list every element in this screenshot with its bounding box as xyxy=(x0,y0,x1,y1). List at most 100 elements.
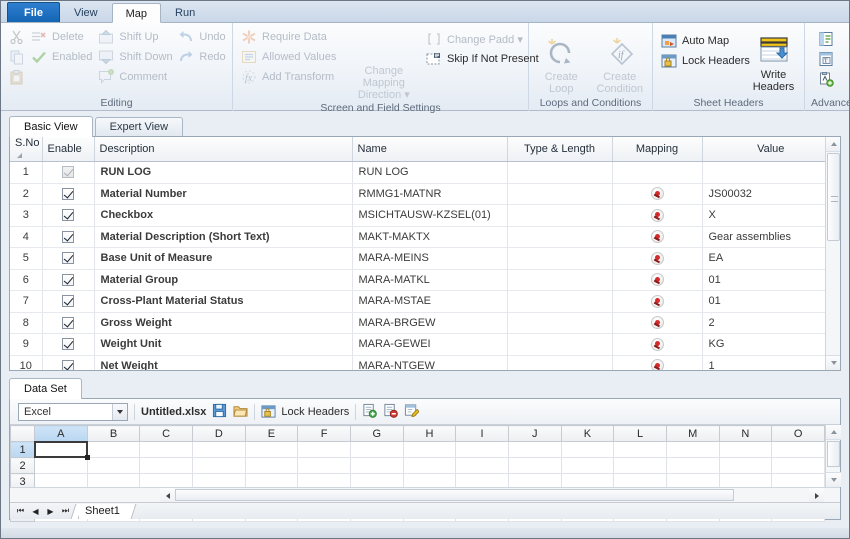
cell-g1[interactable] xyxy=(349,441,404,458)
cell-mapping[interactable] xyxy=(612,183,703,205)
allowed-values-button[interactable]: Allowed Values xyxy=(239,47,344,67)
column-header-type-length[interactable]: Type & Length xyxy=(507,137,613,162)
cell-mapping[interactable] xyxy=(612,312,703,334)
cell-value[interactable] xyxy=(702,161,840,184)
column-header-description[interactable]: Description xyxy=(94,137,353,162)
mapping-pin-icon[interactable] xyxy=(650,251,664,265)
scroll-down-button[interactable] xyxy=(826,355,840,370)
cell-mapping[interactable] xyxy=(612,290,703,313)
table-row[interactable]: 2 Material Number RMMG1-MATNR JS00032 xyxy=(10,183,840,205)
scrollbar-thumb[interactable] xyxy=(827,153,840,241)
cell-value[interactable]: 2 xyxy=(702,312,840,334)
delete-button[interactable]: Delete xyxy=(29,27,96,47)
enable-checkbox[interactable] xyxy=(62,252,74,265)
delete-row-button[interactable] xyxy=(383,403,399,421)
cell-mapping[interactable] xyxy=(612,204,703,227)
last-sheet-button[interactable]: ⏭ xyxy=(59,505,72,518)
copy-button[interactable] xyxy=(7,47,29,67)
require-data-button[interactable]: Require Data xyxy=(239,27,344,47)
tab-data-set[interactable]: Data Set xyxy=(9,378,82,399)
cell-l1[interactable] xyxy=(613,441,667,458)
column-header-enable[interactable]: Enable xyxy=(42,137,95,162)
cell-mapping[interactable] xyxy=(612,247,703,270)
cell-mapping[interactable] xyxy=(612,226,703,248)
cell-n2[interactable] xyxy=(718,457,773,474)
comment-button[interactable]: Comment xyxy=(96,67,176,87)
column-header-c[interactable]: C xyxy=(139,425,193,442)
row-header-2[interactable]: 2 xyxy=(10,457,35,474)
hscroll-track[interactable] xyxy=(175,488,809,502)
previous-sheet-button[interactable]: ◀ xyxy=(29,505,42,518)
change-mapping-direction-button[interactable]: Change Mapping Direction ▾ xyxy=(344,27,424,101)
save-button[interactable] xyxy=(212,403,227,421)
cell-enable[interactable] xyxy=(42,333,95,356)
column-header-m[interactable]: M xyxy=(665,425,720,442)
first-sheet-button[interactable]: ⏮ xyxy=(14,505,27,518)
cell-enable[interactable] xyxy=(42,269,95,291)
column-header-d[interactable]: D xyxy=(191,425,246,442)
mapping-pin-icon[interactable] xyxy=(650,316,664,330)
column-header-sno[interactable]: S.No xyxy=(10,137,43,162)
cell-j1[interactable] xyxy=(507,441,562,458)
cell-value[interactable]: JS00032 xyxy=(702,183,840,205)
sheet-scroll-down-button[interactable] xyxy=(826,472,841,487)
column-header-g[interactable]: G xyxy=(349,425,404,442)
cell-o2[interactable] xyxy=(771,457,825,474)
add-row-button[interactable] xyxy=(362,403,378,421)
enable-checkbox[interactable] xyxy=(62,316,74,329)
enable-checkbox[interactable] xyxy=(62,359,74,370)
table-row[interactable]: 5 Base Unit of Measure MARA-MEINS EA xyxy=(10,247,840,270)
redo-button[interactable]: Redo xyxy=(176,47,229,67)
cell-m1[interactable] xyxy=(665,441,720,458)
mapping-pin-icon[interactable] xyxy=(650,337,664,351)
add-transform-button[interactable]: fx Add Transform xyxy=(239,67,344,87)
table-row[interactable]: 4 Material Description (Short Text) MAKT… xyxy=(10,226,840,248)
sheet-vscroll-thumb[interactable] xyxy=(827,441,840,467)
shift-up-button[interactable]: Shift Up xyxy=(96,27,176,47)
enable-checkbox[interactable] xyxy=(62,295,74,308)
lock-headers-dataset-button[interactable]: Lock Headers xyxy=(261,404,349,420)
cell-mapping[interactable] xyxy=(612,333,703,356)
column-header-e[interactable]: E xyxy=(244,425,299,442)
paste-button[interactable] xyxy=(7,67,29,87)
sheet-scroll-right-button[interactable] xyxy=(809,488,824,503)
skip-if-not-present-button[interactable]: Skip If Not Present xyxy=(424,49,539,69)
enable-checkbox[interactable] xyxy=(62,338,74,351)
enable-checkbox[interactable] xyxy=(62,273,74,286)
cell-i2[interactable] xyxy=(455,457,509,474)
create-condition-button[interactable]: if Create Condition xyxy=(594,33,647,95)
cell-k2[interactable] xyxy=(560,457,615,474)
cell-e2[interactable] xyxy=(244,457,299,474)
scroll-up-button[interactable] xyxy=(826,137,840,152)
tab-view[interactable]: View xyxy=(60,2,112,22)
mapping-pin-icon[interactable] xyxy=(650,208,664,222)
column-header-name[interactable]: Name xyxy=(352,137,508,162)
cell-enable[interactable] xyxy=(42,290,95,313)
tab-basic-view[interactable]: Basic View xyxy=(9,116,93,137)
cell-h1[interactable] xyxy=(402,441,457,458)
column-header-a[interactable]: A xyxy=(34,425,88,442)
source-type-dropdown-button[interactable] xyxy=(112,403,127,420)
table-row[interactable]: 6 Material Group MARA-MATKL 01 xyxy=(10,269,840,291)
sheet-scroll-up-button[interactable] xyxy=(826,425,841,440)
cell-mapping[interactable] xyxy=(612,269,703,291)
cell-a1[interactable] xyxy=(34,441,90,461)
mapping-pin-icon[interactable] xyxy=(650,230,664,244)
enable-checkbox[interactable] xyxy=(62,187,74,200)
cell-value[interactable]: X xyxy=(702,204,840,227)
cell-e1[interactable] xyxy=(244,441,299,458)
lock-headers-button[interactable]: Lock Headers xyxy=(659,51,750,71)
hscroll-thumb[interactable] xyxy=(175,489,734,501)
spreadsheet-horizontal-scrollbar[interactable] xyxy=(10,487,840,503)
select-all-corner[interactable] xyxy=(10,425,35,442)
table-row[interactable]: 3 Checkbox MSICHTAUSW-KZSEL(01) X xyxy=(10,204,840,227)
tab-run[interactable]: Run xyxy=(161,2,209,22)
cell-j2[interactable] xyxy=(507,457,562,474)
cell-c1[interactable] xyxy=(139,441,193,458)
mapping-table-scrollbar[interactable] xyxy=(825,137,840,370)
spreadsheet-vertical-scrollbar[interactable] xyxy=(825,425,841,487)
auto-map-button[interactable]: Auto Map xyxy=(659,31,749,51)
cell-mapping[interactable] xyxy=(612,355,703,370)
cell-m2[interactable] xyxy=(665,457,720,474)
change-padding-button[interactable]: Change Padd ▾ xyxy=(424,29,523,49)
